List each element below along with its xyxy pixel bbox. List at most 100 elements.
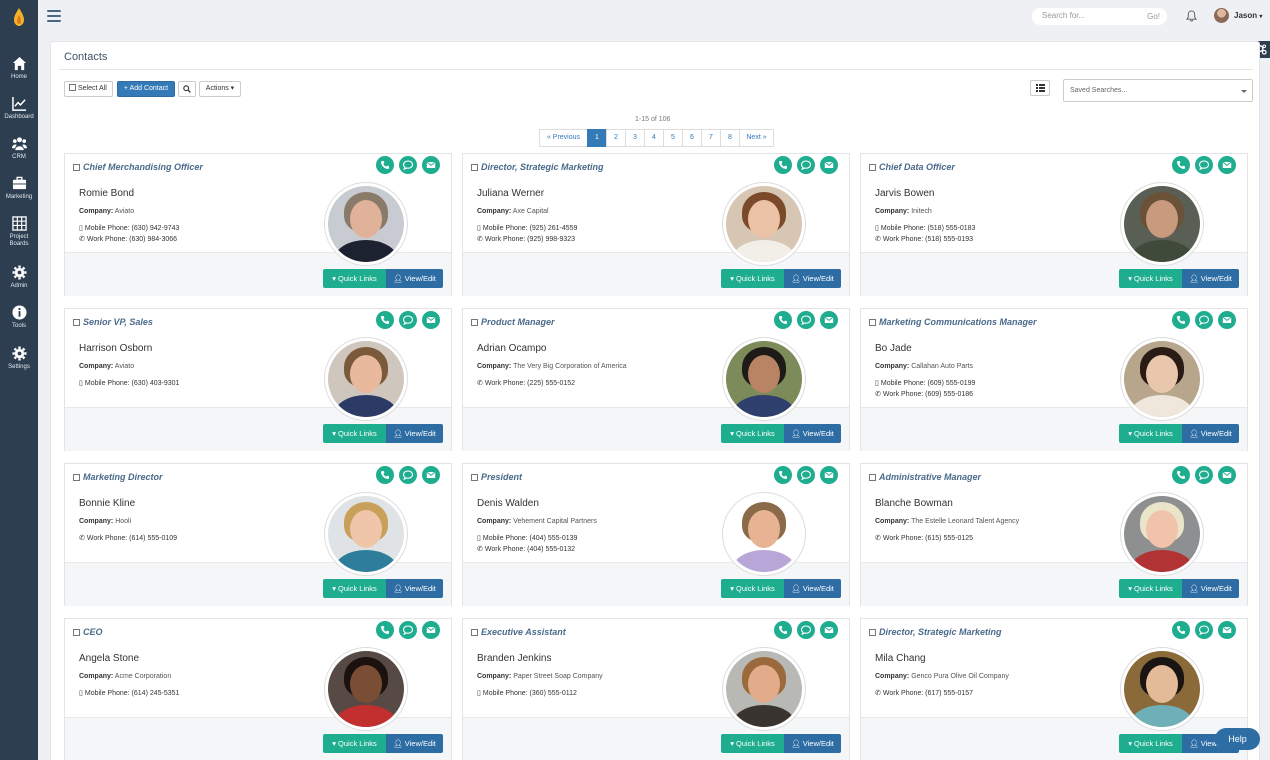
message-button[interactable] <box>1195 156 1213 174</box>
page-previous[interactable]: « Previous <box>539 129 588 147</box>
view-edit-button[interactable]: 👤︎ View/Edit <box>784 269 841 288</box>
message-button[interactable] <box>399 156 417 174</box>
quick-links-button[interactable]: ▾ Quick Links <box>1119 579 1182 598</box>
page-6[interactable]: 6 <box>682 129 702 147</box>
message-button[interactable] <box>797 621 815 639</box>
help-button[interactable]: Help <box>1215 728 1260 750</box>
call-button[interactable] <box>1172 466 1190 484</box>
page-next[interactable]: Next » <box>739 129 774 147</box>
search-go-button[interactable]: Go! <box>1147 12 1160 21</box>
select-all-checkbox[interactable] <box>69 84 76 91</box>
call-button[interactable] <box>774 156 792 174</box>
email-button[interactable] <box>1218 156 1236 174</box>
message-button[interactable] <box>797 156 815 174</box>
message-button[interactable] <box>797 466 815 484</box>
quick-links-button[interactable]: ▾ Quick Links <box>1119 424 1182 443</box>
call-button[interactable] <box>376 466 394 484</box>
page-8[interactable]: 8 <box>720 129 740 147</box>
message-button[interactable] <box>399 466 417 484</box>
message-button[interactable] <box>1195 621 1213 639</box>
email-button[interactable] <box>422 621 440 639</box>
select-all-button[interactable]: Select All <box>64 81 113 97</box>
sidebar-item-admin[interactable]: Admin <box>0 265 38 290</box>
quick-links-button[interactable]: ▾ Quick Links <box>1119 734 1182 753</box>
contact-select-checkbox[interactable] <box>869 474 876 481</box>
view-edit-button[interactable]: 👤︎ View/Edit <box>784 424 841 443</box>
sidebar-item-crm[interactable]: CRM <box>0 136 38 161</box>
contact-select-checkbox[interactable] <box>73 319 80 326</box>
call-button[interactable] <box>774 621 792 639</box>
quick-links-button[interactable]: ▾ Quick Links <box>721 734 784 753</box>
email-button[interactable] <box>1218 311 1236 329</box>
view-edit-button[interactable]: 👤︎ View/Edit <box>784 734 841 753</box>
contact-select-checkbox[interactable] <box>869 164 876 171</box>
call-button[interactable] <box>376 621 394 639</box>
message-button[interactable] <box>1195 311 1213 329</box>
contact-select-checkbox[interactable] <box>73 474 80 481</box>
contact-select-checkbox[interactable] <box>73 164 80 171</box>
saved-searches-select[interactable]: Saved Searches... <box>1063 79 1253 102</box>
call-button[interactable] <box>774 311 792 329</box>
contact-select-checkbox[interactable] <box>73 629 80 636</box>
view-edit-button[interactable]: 👤︎ View/Edit <box>386 269 443 288</box>
bell-icon[interactable] <box>1186 10 1197 22</box>
email-button[interactable] <box>820 466 838 484</box>
message-button[interactable] <box>399 311 417 329</box>
view-edit-button[interactable]: 👤︎ View/Edit <box>1182 424 1239 443</box>
page-1[interactable]: 1 <box>587 129 607 147</box>
sidebar-item-settings[interactable]: Settings <box>0 346 38 371</box>
contact-select-checkbox[interactable] <box>471 474 478 481</box>
sidebar-item-tools[interactable]: Tools <box>0 305 38 330</box>
call-button[interactable] <box>376 156 394 174</box>
view-edit-button[interactable]: 👤︎ View/Edit <box>386 734 443 753</box>
sidebar-item-dashboard[interactable]: Dashboard <box>0 96 38 121</box>
contact-select-checkbox[interactable] <box>869 319 876 326</box>
view-edit-button[interactable]: 👤︎ View/Edit <box>1182 269 1239 288</box>
add-contact-button[interactable]: + Add Contact <box>117 81 175 97</box>
email-button[interactable] <box>1218 621 1236 639</box>
search-input[interactable] <box>1042 11 1132 20</box>
email-button[interactable] <box>820 156 838 174</box>
sidebar-item-marketing[interactable]: Marketing <box>0 176 38 201</box>
email-button[interactable] <box>820 621 838 639</box>
view-edit-button[interactable]: 👤︎ View/Edit <box>386 424 443 443</box>
contact-select-checkbox[interactable] <box>869 629 876 636</box>
contact-select-checkbox[interactable] <box>471 629 478 636</box>
contact-search-button[interactable] <box>178 81 196 97</box>
email-button[interactable] <box>422 466 440 484</box>
hamburger-menu-icon[interactable] <box>47 10 61 22</box>
message-button[interactable] <box>399 621 417 639</box>
page-2[interactable]: 2 <box>606 129 626 147</box>
quick-links-button[interactable]: ▾ Quick Links <box>721 269 784 288</box>
page-3[interactable]: 3 <box>625 129 645 147</box>
sidebar-item-project-boards[interactable]: Project Boards <box>0 216 38 248</box>
sidebar-item-home[interactable]: Home <box>0 56 38 81</box>
user-menu[interactable]: Jason ▾ <box>1234 11 1262 20</box>
call-button[interactable] <box>1172 156 1190 174</box>
quick-links-button[interactable]: ▾ Quick Links <box>721 424 784 443</box>
quick-links-button[interactable]: ▾ Quick Links <box>323 424 386 443</box>
quick-links-button[interactable]: ▾ Quick Links <box>1119 269 1182 288</box>
quick-links-button[interactable]: ▾ Quick Links <box>323 579 386 598</box>
contact-select-checkbox[interactable] <box>471 164 478 171</box>
quick-links-button[interactable]: ▾ Quick Links <box>721 579 784 598</box>
call-button[interactable] <box>774 466 792 484</box>
actions-dropdown[interactable]: Actions ▾ <box>199 81 241 97</box>
call-button[interactable] <box>1172 311 1190 329</box>
email-button[interactable] <box>820 311 838 329</box>
view-edit-button[interactable]: 👤︎ View/Edit <box>784 579 841 598</box>
email-button[interactable] <box>422 156 440 174</box>
message-button[interactable] <box>797 311 815 329</box>
page-7[interactable]: 7 <box>701 129 721 147</box>
email-button[interactable] <box>1218 466 1236 484</box>
page-4[interactable]: 4 <box>644 129 664 147</box>
email-button[interactable] <box>422 311 440 329</box>
message-button[interactable] <box>1195 466 1213 484</box>
quick-links-button[interactable]: ▾ Quick Links <box>323 734 386 753</box>
call-button[interactable] <box>1172 621 1190 639</box>
avatar[interactable] <box>1214 8 1229 23</box>
contact-select-checkbox[interactable] <box>471 319 478 326</box>
view-edit-button[interactable]: 👤︎ View/Edit <box>1182 579 1239 598</box>
call-button[interactable] <box>376 311 394 329</box>
list-view-button[interactable] <box>1030 80 1050 96</box>
